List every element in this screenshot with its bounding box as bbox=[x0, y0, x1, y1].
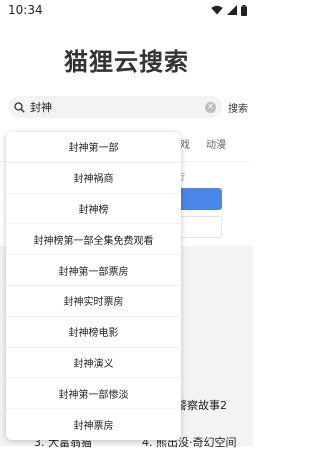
search-input[interactable] bbox=[30, 100, 205, 114]
tab-anime[interactable]: 动漫 bbox=[206, 136, 226, 151]
status-icons bbox=[211, 4, 247, 16]
suggestion-item[interactable]: 封神第一部惨淡 bbox=[6, 378, 181, 410]
suggestion-item[interactable]: 封神榜 bbox=[6, 194, 181, 225]
battery-icon bbox=[241, 4, 247, 16]
suggestion-dropdown: 封神第一部 封神祸商 封神榜 封神榜第一部全集免费观看 封神第一部票房 封神实时… bbox=[6, 132, 181, 440]
app-title: 猫狸云搜索 bbox=[64, 48, 189, 76]
status-bar: 10:34 bbox=[0, 0, 253, 20]
search-button[interactable]: 搜索 bbox=[228, 100, 248, 115]
clear-icon[interactable]: ✕ bbox=[205, 101, 216, 113]
search-row: ✕ 搜索 bbox=[8, 96, 248, 118]
search-icon bbox=[14, 101, 25, 113]
suggestion-item[interactable]: 封神第一部 bbox=[6, 132, 181, 163]
suggestion-item[interactable]: 封神第一部票房 bbox=[6, 255, 181, 286]
search-box[interactable]: ✕ bbox=[8, 96, 222, 118]
suggestion-item[interactable]: 封神票房 bbox=[6, 409, 181, 440]
ranking-item[interactable]: 警察故事2 bbox=[176, 397, 227, 413]
suggestion-item[interactable]: 封神演义 bbox=[6, 348, 181, 379]
signal-icon bbox=[227, 5, 237, 15]
status-time: 10:34 bbox=[8, 3, 43, 17]
wifi-icon bbox=[211, 5, 223, 15]
suggestion-item[interactable]: 封神榜第一部全集免费观看 bbox=[6, 224, 181, 256]
suggestion-item[interactable]: 封神祸商 bbox=[6, 163, 181, 194]
suggestion-item[interactable]: 封神实时票房 bbox=[6, 286, 181, 317]
suggestion-item[interactable]: 封神榜电影 bbox=[6, 317, 181, 348]
